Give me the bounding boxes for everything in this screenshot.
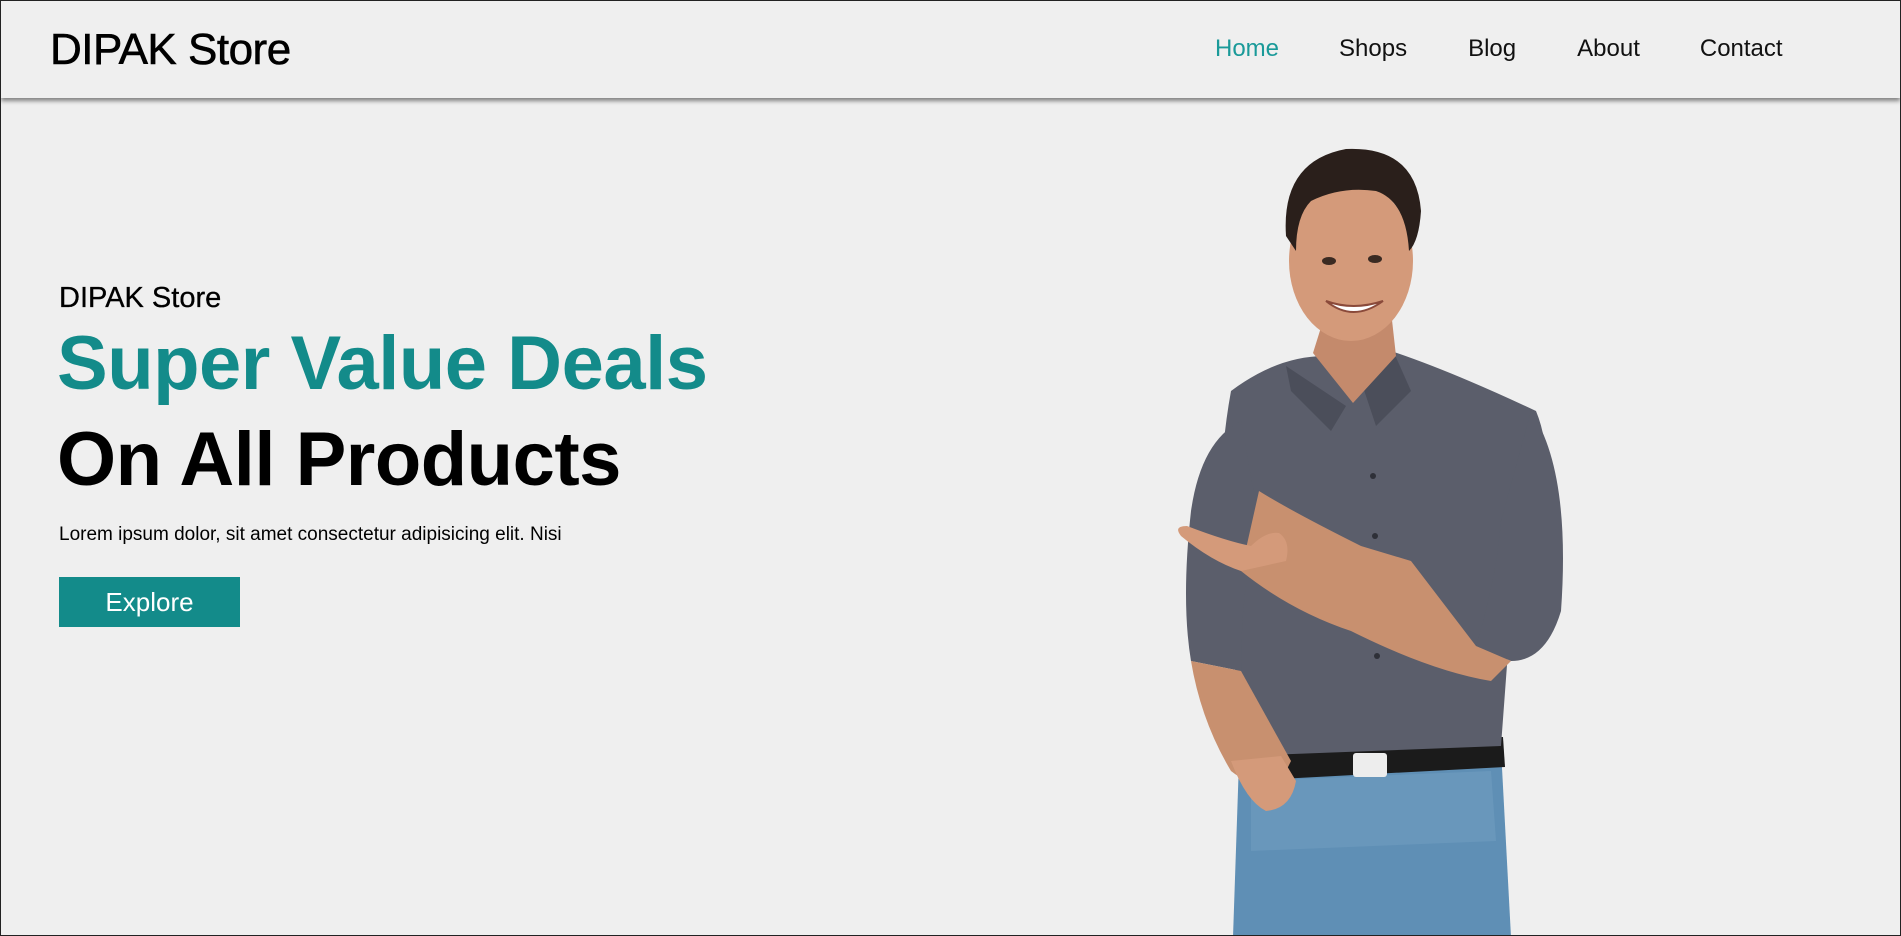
nav-home-link[interactable]: Home xyxy=(1215,34,1279,64)
man-pointing-illustration xyxy=(1178,148,1563,935)
main-nav: Home Shops Blog About Contact xyxy=(1215,34,1783,64)
nav-about-link[interactable]: About xyxy=(1577,34,1640,64)
hero-image xyxy=(1091,141,1571,935)
hero-description: Lorem ipsum dolor, sit amet consectetur … xyxy=(59,524,562,545)
nav-shops-link[interactable]: Shops xyxy=(1339,34,1407,64)
hero-headline: On All Products xyxy=(57,417,621,502)
nav-blog-link[interactable]: Blog xyxy=(1468,34,1516,64)
hero-headline-accent: Super Value Deals xyxy=(57,321,708,406)
explore-button[interactable]: Explore xyxy=(59,577,240,627)
site-header: DIPAK Store Home Shops Blog About Contac… xyxy=(1,1,1900,98)
hero-subtitle: DIPAK Store xyxy=(59,282,222,314)
page: DIPAK Store Home Shops Blog About Contac… xyxy=(0,0,1901,936)
nav-contact-link[interactable]: Contact xyxy=(1700,34,1783,64)
site-logo[interactable]: DIPAK Store xyxy=(50,24,292,76)
